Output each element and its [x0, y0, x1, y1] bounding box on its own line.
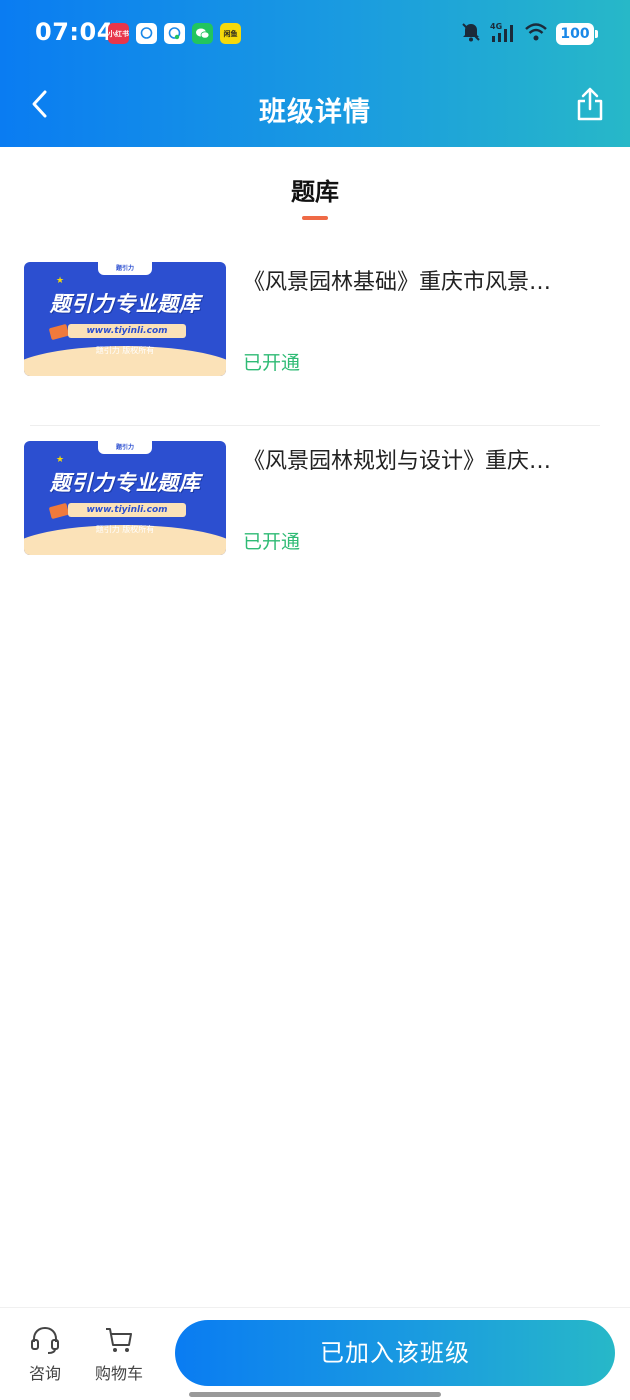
- tab-question-bank[interactable]: 题库: [0, 172, 630, 220]
- thumbnail-heading: 题引力专业题库: [49, 292, 201, 316]
- share-button[interactable]: [572, 86, 608, 126]
- app-header: 07:04 小红书 闲鱼 4G 100 班级详情: [0, 0, 630, 147]
- item-title: 《风景园林基础》重庆市风景…: [243, 270, 552, 295]
- chat-bubble-icon: [164, 23, 185, 44]
- home-indicator[interactable]: [189, 1392, 441, 1397]
- course-thumbnail: 题引力 ★ 题引力专业题库 www.tiyinli.com 题引力 版权所有: [24, 441, 226, 555]
- star-icon: ★: [56, 276, 65, 286]
- question-bank-list: 题引力 ★ 题引力专业题库 www.tiyinli.com 题引力 版权所有 《…: [0, 247, 630, 603]
- battery-indicator: 100: [556, 23, 598, 45]
- thumbnail-url: www.tiyinli.com: [68, 324, 186, 338]
- list-item[interactable]: 题引力 ★ 题引力专业题库 www.tiyinli.com 题引力 版权所有 《…: [0, 247, 630, 425]
- mute-bell-icon: [460, 21, 482, 47]
- thumbnail-heading: 题引力专业题库: [49, 471, 201, 495]
- tab-indicator: [302, 216, 328, 220]
- headset-icon: [29, 1326, 61, 1358]
- status-badge: 已开通: [243, 531, 301, 553]
- book-icon: [48, 323, 70, 341]
- chat-bubble-icon: [136, 23, 157, 44]
- consult-button[interactable]: 咨询: [15, 1326, 75, 1384]
- page-title: 班级详情: [259, 97, 371, 128]
- svg-text:4G: 4G: [490, 22, 502, 31]
- thumbnail-logo: 题引力: [98, 262, 152, 275]
- signal-icon: 4G: [490, 21, 516, 47]
- xiaohongshu-icon: 小红书: [108, 23, 129, 44]
- wifi-icon: [524, 22, 548, 46]
- thumbnail-copyright: 题引力 版权所有: [95, 346, 155, 355]
- share-icon: [576, 87, 604, 125]
- bottom-action-bar: 咨询 购物车 已加入该班级: [0, 1307, 630, 1400]
- cart-button[interactable]: 购物车: [89, 1326, 149, 1384]
- cart-label: 购物车: [94, 1364, 143, 1383]
- consult-label: 咨询: [28, 1364, 61, 1383]
- cart-icon: [103, 1328, 135, 1358]
- status-indicators: 4G 100: [460, 21, 598, 47]
- notification-icons: 小红书 闲鱼: [108, 23, 241, 44]
- joined-class-button[interactable]: 已加入该班级: [175, 1320, 615, 1386]
- nav-bar: 班级详情: [0, 70, 630, 147]
- star-icon: ★: [56, 455, 65, 465]
- thumbnail-logo: 题引力: [98, 441, 152, 454]
- item-title: 《风景园林规划与设计》重庆…: [243, 449, 552, 474]
- status-bar: 07:04 小红书 闲鱼 4G 100: [0, 0, 630, 70]
- book-icon: [48, 502, 70, 520]
- status-badge: 已开通: [243, 352, 301, 374]
- wechat-icon: [192, 23, 213, 44]
- section-title: 题库: [291, 178, 339, 206]
- course-thumbnail: 题引力 ★ 题引力专业题库 www.tiyinli.com 题引力 版权所有: [24, 262, 226, 376]
- xianyu-icon: 闲鱼: [220, 23, 241, 44]
- status-time: 07:04: [35, 18, 114, 46]
- thumbnail-url: www.tiyinli.com: [68, 503, 186, 517]
- thumbnail-copyright: 题引力 版权所有: [95, 525, 155, 534]
- list-item[interactable]: 题引力 ★ 题引力专业题库 www.tiyinli.com 题引力 版权所有 《…: [24, 425, 600, 603]
